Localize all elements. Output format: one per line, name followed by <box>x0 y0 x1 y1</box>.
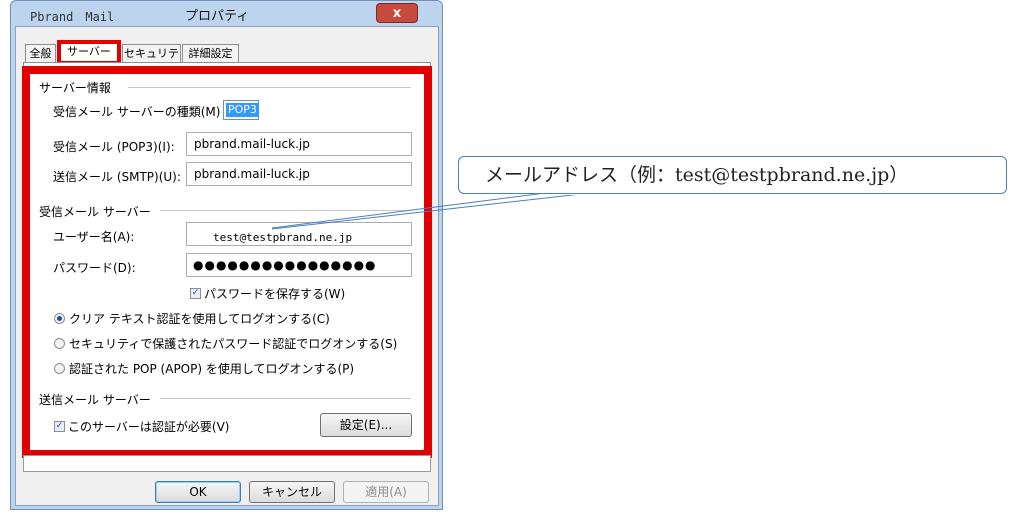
email-callout: メールアドレス（例：test@testpbrand.ne.jp） <box>458 156 1007 194</box>
callout-connector <box>271 192 591 230</box>
